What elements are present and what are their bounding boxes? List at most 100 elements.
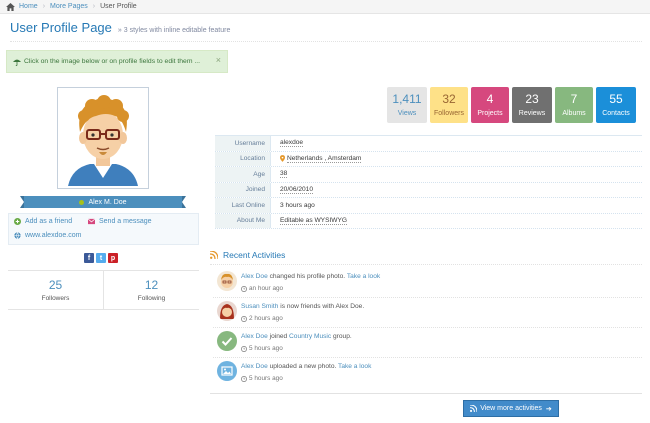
breadcrumb-home[interactable]: Home [19, 3, 38, 10]
page-header: User Profile Page » 3 styles with inline… [10, 20, 642, 42]
stat-followers-label: Followers [434, 110, 464, 117]
pinterest-icon[interactable]: p [108, 253, 118, 263]
stat-albums[interactable]: 7 Albums [555, 87, 593, 123]
activity-user[interactable]: Alex Doe [241, 273, 268, 280]
clock-icon [241, 315, 247, 322]
activity-text: changed his profile photo. [267, 273, 347, 280]
avatar[interactable] [57, 87, 149, 189]
umbrella-icon [13, 59, 21, 66]
clock-icon [241, 345, 247, 352]
about-value[interactable]: Editable as WYSIWYG [280, 217, 348, 225]
map-marker-icon [280, 155, 285, 163]
activity-time: 5 hours ago [249, 375, 283, 382]
activity-user[interactable]: Alex Doe [241, 333, 268, 340]
last-online-value: 3 hours ago [280, 201, 315, 209]
info-label: Username [215, 136, 271, 151]
joined-value[interactable]: 20/06/2010 [280, 186, 314, 194]
stat-reviews-label: Reviews [518, 110, 546, 117]
susan-avatar-icon [217, 301, 237, 321]
stat-projects-value: 4 [486, 92, 494, 106]
add-friend-label[interactable]: Add as a friend [25, 218, 72, 225]
activity-link[interactable]: Take a look [338, 363, 371, 370]
info-row-joined: Joined 20/06/2010 [215, 182, 642, 198]
page-title: User Profile Page [10, 20, 112, 35]
activity-item: Alex Doe uploaded a new photo. Take a lo… [213, 358, 642, 388]
info-label: Last Online [215, 198, 271, 213]
stat-projects[interactable]: 4 Projects [471, 87, 509, 123]
envelope-icon [88, 218, 95, 225]
view-more-activities-button[interactable]: View more activities ➔ [463, 400, 559, 417]
stat-reviews[interactable]: 23 Reviews [512, 87, 552, 123]
activity-text: uploaded a new photo. [267, 363, 339, 370]
info-alert: Click on the image below or on profile f… [6, 50, 228, 73]
avatar-image[interactable] [60, 90, 146, 186]
info-row-about: About Me Editable as WYSIWYG [215, 213, 642, 229]
clock-icon [241, 375, 247, 382]
following-count[interactable]: 12 Following [103, 271, 199, 309]
stat-followers-value: 32 [442, 92, 456, 106]
activity-link[interactable]: Take a look [347, 273, 380, 280]
profile-info-table: Username alexdoe Location Netherlands , … [215, 135, 642, 229]
close-icon[interactable]: × [216, 55, 221, 65]
breadcrumb-more-pages[interactable]: More Pages [50, 3, 88, 10]
rss-icon [210, 251, 218, 259]
followers-label: Followers [41, 295, 70, 302]
username-value[interactable]: alexdoe [280, 139, 304, 148]
divider [210, 393, 642, 394]
divider [210, 264, 642, 265]
followers-count[interactable]: 25 Followers [8, 271, 103, 309]
page-subtitle-text: 3 styles with inline editable feature [123, 27, 231, 34]
info-row-location: Location Netherlands , Amsterdam [215, 151, 642, 167]
avatar[interactable] [217, 301, 237, 321]
name-bar[interactable]: Alex M. Doe [24, 196, 182, 208]
add-friend-link[interactable]: Add as a friend [14, 218, 72, 225]
twitter-icon[interactable]: t [96, 253, 106, 263]
stat-albums-value: 7 [570, 92, 578, 106]
activity-link[interactable]: Country Music [289, 333, 331, 340]
activity-time: 5 hours ago [249, 345, 283, 352]
chevron-right-icon: › [92, 3, 96, 10]
send-message-label[interactable]: Send a message [99, 218, 152, 225]
facebook-icon[interactable]: f [84, 253, 94, 263]
activity-user[interactable]: Alex Doe [241, 363, 268, 370]
stat-views[interactable]: 1,411 Views [387, 87, 427, 123]
activity-user[interactable]: Susan Smith [241, 303, 278, 310]
following-label: Following [137, 295, 166, 302]
info-row-last-online: Last Online 3 hours ago [215, 198, 642, 214]
age-value[interactable]: 38 [280, 170, 288, 179]
home-icon[interactable] [6, 2, 15, 11]
stat-albums-label: Albums [562, 110, 586, 117]
location-value[interactable]: Netherlands , Amsterdam [287, 155, 362, 163]
info-label: Age [215, 167, 271, 182]
page-subtitle: » 3 styles with inline editable feature [117, 27, 231, 34]
social-buttons: f t p [84, 253, 118, 263]
info-label: Location [215, 151, 271, 166]
breadcrumb-current: User Profile [100, 3, 137, 10]
rss-icon [470, 405, 478, 412]
activity-text: is now friends with Alex Doe. [278, 303, 365, 310]
info-label: About Me [215, 213, 271, 228]
stat-contacts-label: Contacts [602, 110, 630, 117]
followers-value: 25 [48, 278, 63, 292]
online-status-icon [79, 199, 85, 205]
profile-name[interactable]: Alex M. Doe [88, 199, 126, 206]
following-value: 12 [144, 278, 159, 292]
activity-time: an hour ago [249, 285, 284, 292]
website-link[interactable]: www.alexdoe.com [14, 232, 81, 239]
stat-projects-label: Projects [477, 110, 503, 117]
stat-contacts[interactable]: 55 Contacts [596, 87, 636, 123]
send-message-link[interactable]: Send a message [88, 218, 152, 225]
arrow-right-icon: ➔ [545, 405, 552, 413]
alert-text: Click on the image below or on profile f… [24, 58, 201, 65]
website-label[interactable]: www.alexdoe.com [25, 232, 81, 239]
avatar[interactable] [217, 271, 237, 291]
name-ribbon: Alex M. Doe [20, 196, 186, 208]
info-label: Joined [215, 182, 271, 197]
view-more-label[interactable]: View more activities [480, 405, 542, 412]
activity-time: 2 hours ago [249, 315, 283, 322]
stat-followers[interactable]: 32 Followers [430, 87, 468, 123]
info-row-age: Age 38 [215, 167, 642, 183]
globe-icon [14, 232, 21, 239]
picture-icon [217, 361, 237, 381]
check-icon [217, 331, 237, 351]
